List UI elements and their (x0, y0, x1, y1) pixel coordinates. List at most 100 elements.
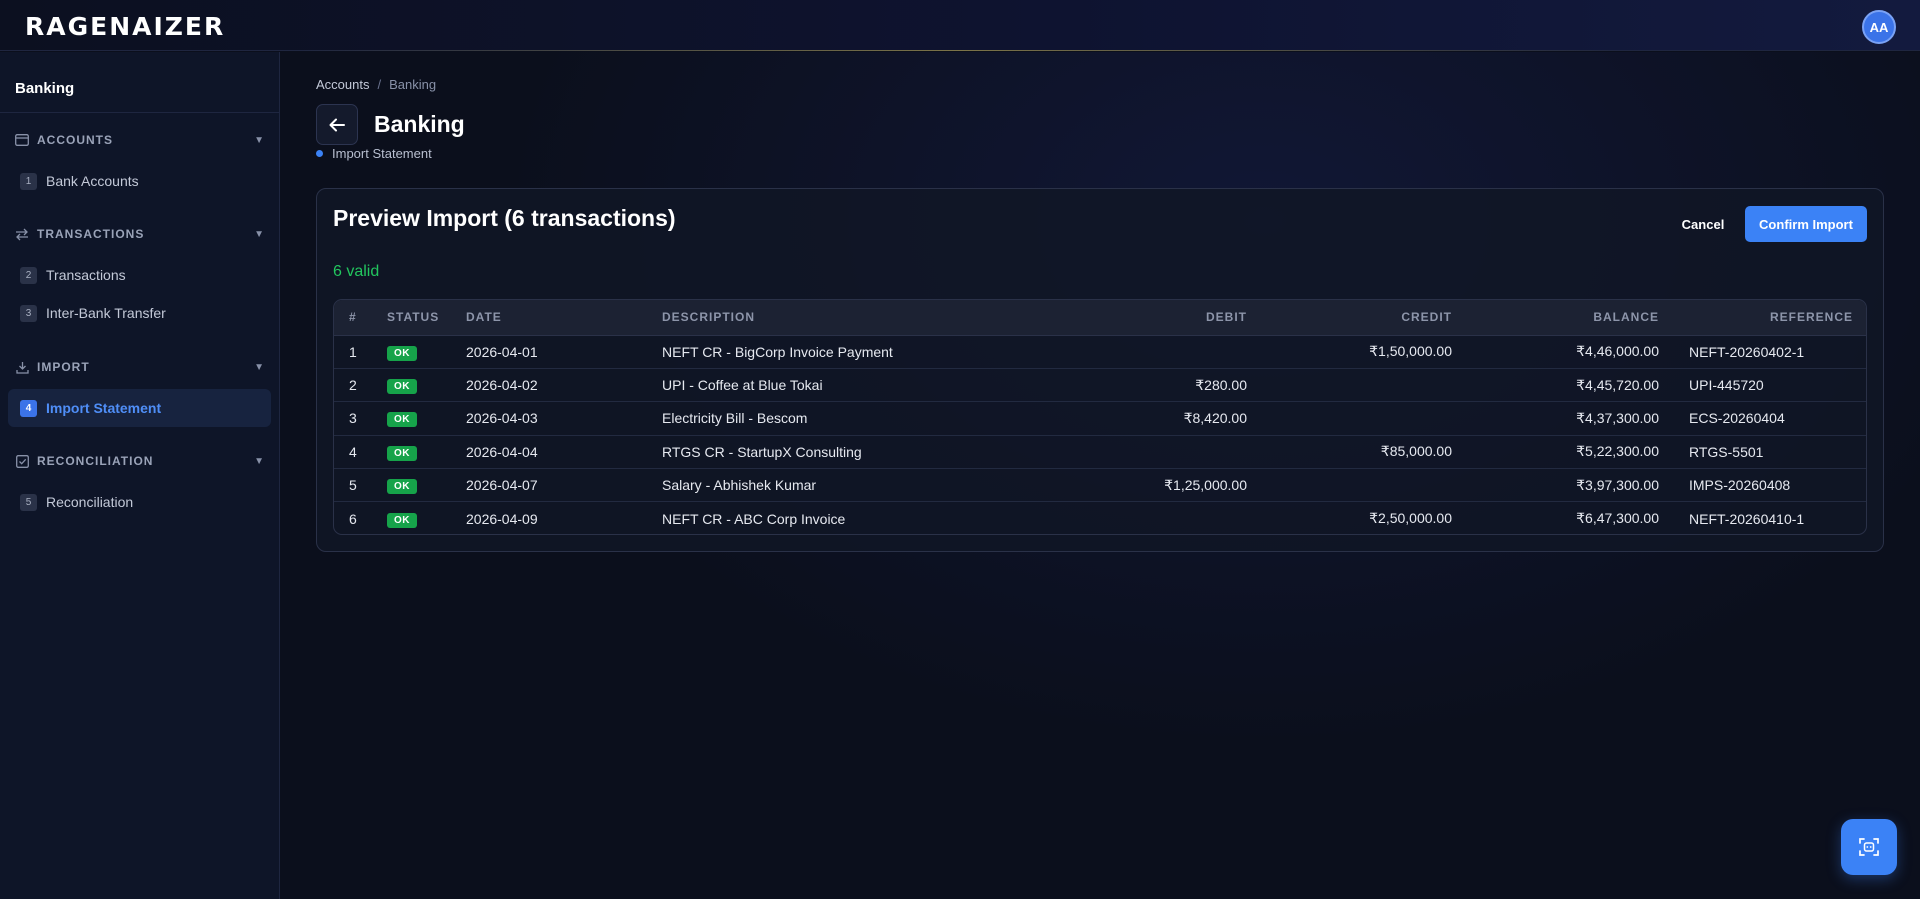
sidebar-item-inter-bank-transfer[interactable]: 3 Inter-Bank Transfer (8, 294, 271, 332)
sidebar-item-import-statement[interactable]: 4 Import Statement (8, 389, 271, 427)
row-number: 6 (349, 510, 357, 527)
reference-cell: UPI-445720 (1689, 377, 1764, 394)
section-transactions[interactable]: TRANSACTIONS ▼ (15, 224, 265, 244)
reference-cell: ECS-20260404 (1689, 410, 1785, 427)
chevron-down-icon: ▼ (254, 455, 265, 467)
sidebar-item-transactions[interactable]: 2 Transactions (8, 256, 271, 294)
sidebar-divider (0, 112, 279, 113)
confirm-import-button[interactable]: Confirm Import (1745, 206, 1867, 242)
status-cell: OK (372, 435, 451, 468)
status-cell: OK (372, 335, 451, 368)
credit-cell: ₹85,000.00 (1380, 443, 1452, 460)
breadcrumb-accounts[interactable]: Accounts (316, 77, 369, 92)
table-row: 4 OK 2026-04-04 RTGS CR - StartupX Consu… (334, 435, 1866, 469)
status-cell: OK (372, 502, 451, 534)
chevron-down-icon: ▼ (254, 361, 265, 373)
sidebar-item-label: Inter-Bank Transfer (46, 305, 166, 321)
preview-import-card: Preview Import (6 transactions) 6 valid … (316, 188, 1884, 552)
chevron-down-icon: ▼ (254, 228, 265, 240)
item-number: 3 (20, 304, 37, 322)
cancel-button[interactable]: Cancel (1675, 207, 1731, 241)
sidebar-item-label: Transactions (46, 267, 126, 283)
sidebar-item-reconciliation[interactable]: 5 Reconciliation (8, 483, 271, 521)
download-icon (15, 360, 29, 374)
page-title: Banking (374, 111, 465, 137)
table-row: 2 OK 2026-04-02 UPI - Coffee at Blue Tok… (334, 368, 1866, 402)
row-number: 2 (349, 377, 357, 394)
column-header: # (334, 300, 372, 336)
row-number: 3 (349, 410, 357, 427)
breadcrumb-separator: / (377, 77, 382, 92)
breadcrumb: Accounts / Banking (316, 77, 436, 92)
credit-cell (1262, 402, 1467, 435)
sidebar-item-bank-accounts[interactable]: 1 Bank Accounts (8, 162, 271, 200)
sidebar-item-label: Bank Accounts (46, 173, 139, 189)
valid-count: 6 valid (333, 263, 380, 280)
description-cell: NEFT CR - BigCorp Invoice Payment (662, 343, 893, 360)
sidebar-item-label: Reconciliation (46, 494, 134, 510)
balance-cell: ₹4,37,300.00 (1576, 409, 1659, 426)
column-header: DATE (451, 300, 647, 336)
status-badge: OK (387, 479, 417, 495)
section-reconciliation[interactable]: RECONCILIATION ▼ (15, 451, 265, 471)
description-cell: UPI - Coffee at Blue Tokai (662, 377, 823, 394)
status-cell: OK (372, 402, 451, 435)
date-cell: 2026-04-02 (466, 377, 538, 394)
section-import[interactable]: IMPORT ▼ (15, 357, 265, 377)
balance-cell: ₹4,46,000.00 (1576, 343, 1659, 360)
status-cell: OK (372, 368, 451, 401)
status-badge: OK (387, 412, 417, 428)
debit-cell: ₹1,25,000.00 (1164, 476, 1247, 493)
ai-assistant-button[interactable] (1841, 819, 1897, 875)
table-row: 6 OK 2026-04-09 NEFT CR - ABC Corp Invoi… (334, 502, 1866, 534)
credit-cell (1262, 469, 1467, 502)
credit-cell: ₹1,50,000.00 (1369, 343, 1452, 360)
item-number: 5 (20, 493, 37, 511)
column-header: CREDIT (1262, 300, 1467, 336)
section-label: ACCOUNTS (37, 133, 113, 147)
description-cell: Electricity Bill - Bescom (662, 410, 808, 427)
row-number: 1 (349, 343, 357, 360)
date-cell: 2026-04-03 (466, 410, 538, 427)
credit-cell (1262, 368, 1467, 401)
status-badge: OK (387, 445, 417, 461)
import-status: Import Statement (316, 146, 432, 161)
check-square-icon (15, 454, 29, 468)
table-row: 1 OK 2026-04-01 NEFT CR - BigCorp Invoic… (334, 335, 1866, 369)
status-badge: OK (387, 345, 417, 361)
column-header: STATUS (372, 300, 451, 336)
status-cell: OK (372, 469, 451, 502)
reference-cell: NEFT-20260410-1 (1689, 510, 1805, 527)
table-row: 3 OK 2026-04-03 Electricity Bill - Besco… (334, 402, 1866, 436)
section-label: IMPORT (37, 360, 90, 374)
debit-cell: ₹8,420.00 (1183, 409, 1247, 426)
section-accounts[interactable]: ACCOUNTS ▼ (15, 130, 265, 150)
section-label: RECONCILIATION (37, 454, 154, 468)
section-label: TRANSACTIONS (37, 227, 145, 241)
debit-cell: ₹280.00 (1195, 376, 1247, 393)
arrow-left-icon (329, 118, 345, 131)
credit-cell: ₹2,50,000.00 (1369, 510, 1452, 527)
status-dot-icon (316, 150, 323, 157)
transactions-table: # STATUS DATE DESCRIPTION DEBIT CREDIT B… (333, 299, 1867, 535)
transfer-icon (15, 227, 29, 241)
back-button[interactable] (316, 104, 358, 145)
debit-cell (1047, 502, 1262, 534)
user-avatar[interactable]: AA (1862, 10, 1896, 44)
sidebar-title: Banking (15, 80, 75, 97)
debit-cell (1047, 435, 1262, 468)
card-icon (15, 133, 29, 147)
balance-cell: ₹3,97,300.00 (1576, 476, 1659, 493)
item-number: 1 (20, 172, 37, 190)
status-badge: OK (387, 512, 417, 528)
chevron-down-icon: ▼ (254, 134, 265, 146)
date-cell: 2026-04-07 (466, 477, 538, 494)
app-logo[interactable]: RAGENAIZER (25, 13, 225, 41)
import-status-label: Import Statement (332, 146, 432, 161)
column-header: DESCRIPTION (647, 300, 1047, 336)
debit-cell (1047, 335, 1262, 368)
preview-title: Preview Import (6 transactions) (333, 205, 676, 231)
date-cell: 2026-04-04 (466, 443, 538, 460)
sidebar-item-label: Import Statement (46, 400, 162, 416)
description-cell: NEFT CR - ABC Corp Invoice (662, 510, 846, 527)
